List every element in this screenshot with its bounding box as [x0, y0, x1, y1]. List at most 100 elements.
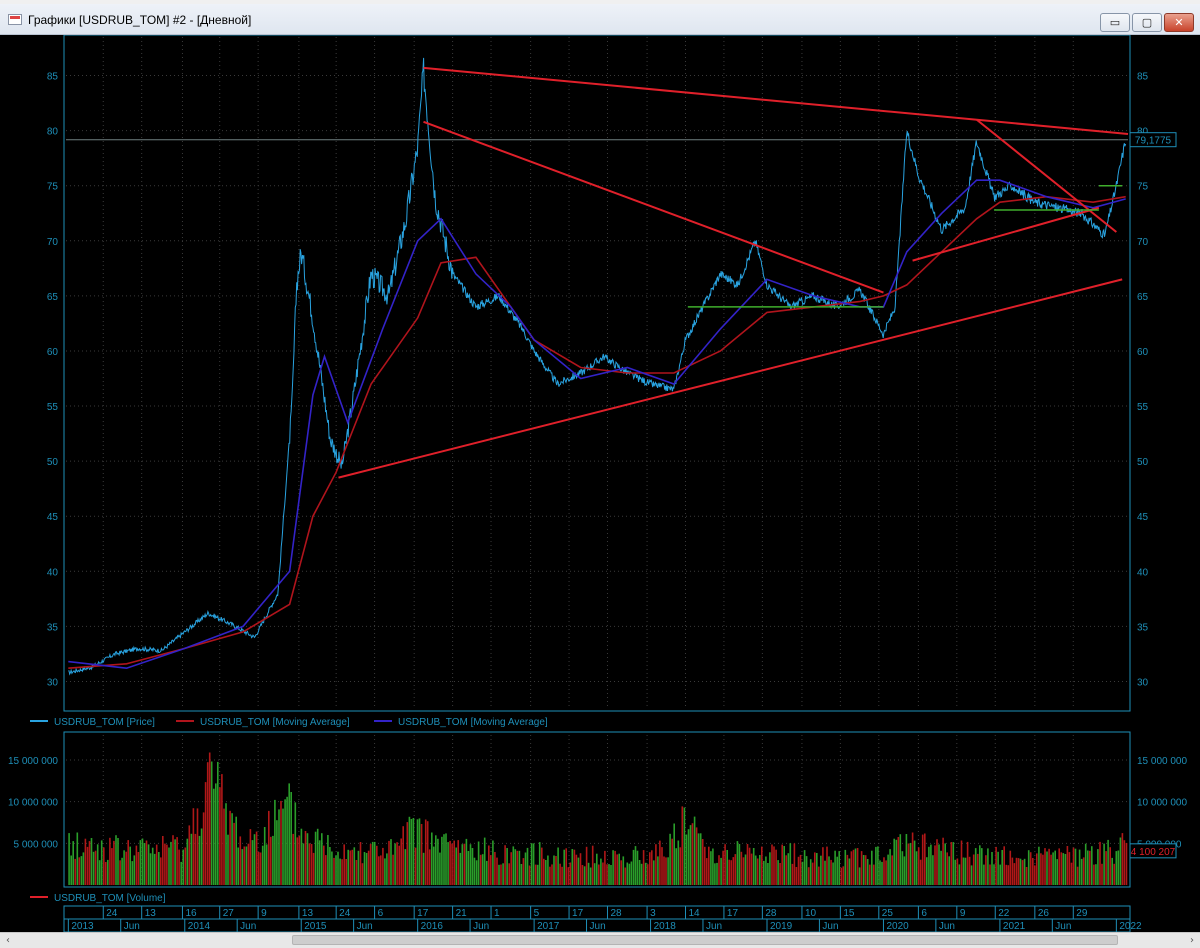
trend-line[interactable] — [338, 278, 1123, 479]
volume-bar — [447, 842, 449, 885]
volume-bar — [229, 810, 231, 885]
volume-bar — [1121, 833, 1124, 885]
volume-bar — [858, 867, 861, 885]
volume-bar — [402, 826, 404, 885]
volume-bar — [781, 844, 783, 885]
volume-bar — [516, 850, 519, 885]
trend-line[interactable] — [423, 66, 1129, 135]
volume-bar — [917, 847, 920, 885]
volume-bar — [773, 846, 775, 885]
volume-bar — [1064, 854, 1067, 885]
volume-bar — [640, 863, 643, 885]
chart-area[interactable]: 30 30 35 35 40 40 45 45 50 50 55 55 60 60 65 65 70 70 75 75… — [0, 35, 1200, 932]
volume-bar — [1095, 864, 1097, 885]
volume-bar — [732, 857, 735, 885]
chart-canvas[interactable]: 30 3035 3540 4045 4550 5055 5560 6065 6570 7075 75… — [0, 35, 1200, 932]
volume-bar — [816, 853, 818, 885]
scroll-thumb[interactable] — [292, 935, 1118, 945]
volume-bar — [862, 855, 865, 885]
volume-bar — [610, 865, 612, 885]
volume-bar — [239, 836, 242, 885]
volume-bar — [304, 831, 307, 885]
volume-bar — [875, 846, 877, 885]
volume-bar — [1036, 853, 1038, 885]
volume-bar — [871, 850, 873, 885]
price-axis-right-tick: 85 — [1137, 72, 1149, 83]
volume-bar — [1007, 865, 1010, 885]
volume-bar — [347, 849, 349, 885]
volume-bar — [68, 833, 70, 885]
time-axis-day-label: 15 — [843, 908, 855, 919]
volume-bar — [1052, 852, 1054, 885]
volume-bar — [528, 865, 531, 885]
volume-bar — [486, 860, 488, 885]
volume-bar — [759, 855, 761, 885]
volume-bar — [96, 844, 99, 885]
volume-bar — [129, 846, 131, 885]
volume-bar — [241, 849, 244, 885]
volume-bar — [785, 855, 787, 885]
volume-bar — [767, 863, 769, 885]
close-button[interactable]: ✕ — [1164, 13, 1194, 32]
volume-bar — [877, 846, 879, 885]
volume-bar — [530, 843, 533, 885]
volume-bar — [1029, 852, 1032, 885]
scroll-right-icon[interactable]: › — [1184, 933, 1200, 948]
volume-bar — [541, 847, 543, 885]
volume-bar — [634, 846, 637, 885]
price-panel-frame — [63, 35, 1131, 712]
volume-bar — [905, 834, 908, 885]
time-axis-day-label: 13 — [302, 908, 314, 919]
volume-bar — [842, 866, 845, 885]
volume-bar — [991, 852, 993, 885]
legend-label: USDRUB_TOM [Price] — [54, 717, 155, 728]
volume-bar — [94, 850, 97, 885]
volume-bar — [351, 849, 354, 885]
volume-bar — [673, 823, 675, 885]
volume-bar — [928, 846, 930, 885]
volume-bar — [964, 857, 967, 885]
volume-bar — [642, 850, 645, 885]
time-axis-day-label: 27 — [223, 908, 235, 919]
volume-bar — [761, 846, 763, 885]
volume-bar — [598, 864, 600, 885]
volume-bar — [188, 825, 191, 885]
volume-bar — [679, 847, 682, 885]
volume-bar — [1011, 857, 1014, 885]
volume-bar — [483, 837, 486, 885]
volume-bar — [657, 856, 659, 885]
time-axis-period-label: Jun — [706, 921, 722, 932]
volume-bar — [380, 855, 382, 885]
window-titlebar[interactable]: Графики [USDRUB_TOM] #2 - [Дневной] ▭ ▢ … — [0, 4, 1200, 35]
volume-bar — [604, 850, 606, 885]
volume-bar — [734, 854, 737, 885]
horizontal-scrollbar[interactable]: ‹ › — [0, 932, 1200, 948]
trend-line[interactable] — [975, 118, 1117, 233]
volume-bar — [219, 787, 221, 885]
volume-bar — [455, 847, 457, 885]
restore-button[interactable]: ▢ — [1132, 13, 1162, 32]
volume-bar — [913, 840, 916, 885]
price-axis-right-tick: 30 — [1137, 677, 1149, 688]
volume-bar — [1040, 853, 1042, 885]
volume-bar — [1101, 863, 1103, 885]
volume-bar — [210, 761, 213, 885]
price-axis-left-tick: 45 — [47, 512, 59, 523]
volume-bar — [343, 844, 345, 885]
volume-bar — [172, 835, 174, 885]
volume-bar — [500, 864, 502, 885]
volume-bar — [1082, 857, 1085, 885]
volume-bar — [504, 845, 506, 885]
volume-bar — [538, 842, 541, 885]
volume-bar — [972, 854, 975, 885]
volume-bar — [1058, 848, 1060, 885]
trend-line[interactable] — [423, 120, 884, 294]
volume-axis-right-tick: 15 000 000 — [1137, 756, 1187, 767]
volume-bar — [512, 846, 515, 885]
scroll-left-icon[interactable]: ‹ — [0, 933, 16, 948]
volume-bar — [614, 850, 616, 885]
volume-bar — [979, 845, 981, 885]
volume-bar — [885, 860, 887, 885]
volume-bar — [714, 863, 716, 885]
minimize-button[interactable]: ▭ — [1100, 13, 1130, 32]
